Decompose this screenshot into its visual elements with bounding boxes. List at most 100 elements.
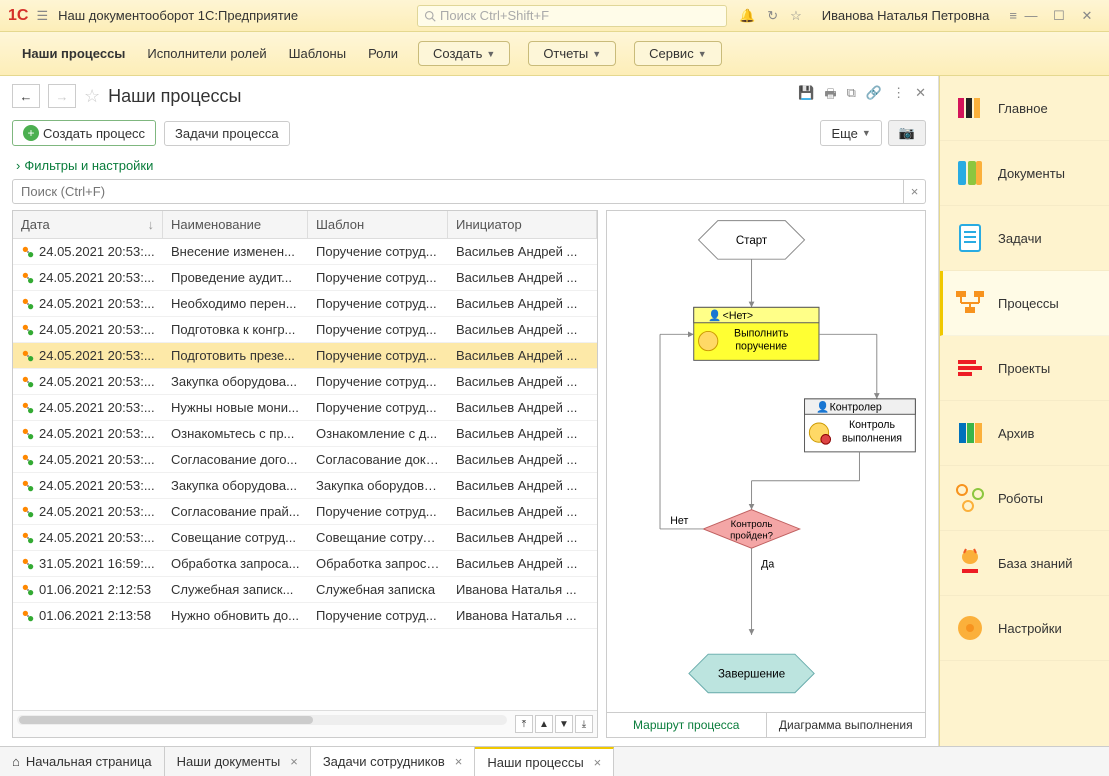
table-row[interactable]: 24.05.2021 20:53:... Ознакомьтесь с пр..… [13, 421, 597, 447]
sidebar-label: Проекты [998, 361, 1050, 376]
close-icon[interactable]: × [455, 754, 463, 769]
chevron-right-icon: › [16, 158, 20, 173]
sidebar-label: Главное [998, 101, 1048, 116]
svg-text:👤: 👤 [708, 309, 721, 322]
sidebar-item-8[interactable]: Настройки [940, 596, 1109, 661]
nav-back[interactable]: ← [12, 84, 40, 108]
bottom-tab[interactable]: Наши процессы× [475, 747, 614, 776]
diagram-tab-exec[interactable]: Диаграмма выполнения [766, 713, 926, 737]
sidebar-icon [954, 482, 986, 514]
hamburger-icon[interactable]: ☰ [36, 8, 48, 24]
sidebar-item-5[interactable]: Архив [940, 401, 1109, 466]
more-dropdown[interactable]: Еще ▼ [820, 120, 881, 146]
home-icon: ⌂ [12, 754, 20, 769]
bottom-tab-home[interactable]: ⌂ Начальная страница [0, 747, 165, 776]
preview-icon[interactable]: ⧉ [847, 85, 856, 107]
bottom-tab[interactable]: Задачи сотрудников× [311, 747, 476, 776]
process-tasks-button[interactable]: Задачи процесса [164, 121, 290, 146]
col-name[interactable]: Наименование [163, 211, 308, 238]
table-row[interactable]: 24.05.2021 20:53:... Необходимо перен...… [13, 291, 597, 317]
table-row[interactable]: 24.05.2021 20:53:... Закупка оборудова..… [13, 473, 597, 499]
sidebar-item-1[interactable]: Документы [940, 141, 1109, 206]
horizontal-scrollbar[interactable] [17, 715, 507, 725]
favorite-star-icon[interactable]: ☆ [84, 86, 100, 107]
tab-processes[interactable]: Наши процессы [20, 42, 127, 65]
sidebar-item-6[interactable]: Роботы [940, 466, 1109, 531]
tab-roles[interactable]: Роли [366, 42, 400, 65]
sidebar-item-7[interactable]: База знаний [940, 531, 1109, 596]
nav-forward[interactable]: → [48, 84, 76, 108]
table-row[interactable]: 24.05.2021 20:53:... Подготовить презе..… [13, 343, 597, 369]
table-row[interactable]: 24.05.2021 20:53:... Согласование прай..… [13, 499, 597, 525]
table-row[interactable]: 24.05.2021 20:53:... Подготовка к конгр.… [13, 317, 597, 343]
table-row[interactable]: 01.06.2021 2:12:53 Служебная записк... С… [13, 577, 597, 603]
col-template[interactable]: Шаблон [308, 211, 448, 238]
create-dropdown[interactable]: Создать ▼ [418, 41, 510, 66]
content: ← → ☆ Наши процессы 💾 🖶 ⧉ 🔗 ⋮ ✕ + Создат… [0, 76, 939, 746]
close-icon[interactable]: × [290, 754, 298, 769]
diagram-tab-route[interactable]: Маршрут процесса [607, 713, 766, 737]
bottom-tab[interactable]: Наши документы× [165, 747, 311, 776]
svg-text:<Нет>: <Нет> [723, 310, 753, 322]
sidebar-item-4[interactable]: Проекты [940, 336, 1109, 401]
more-icon[interactable]: ⋮ [892, 85, 905, 107]
logo-1c: 1C [8, 7, 28, 25]
sidebar-icon [954, 222, 986, 254]
create-process-button[interactable]: + Создать процесс [12, 120, 156, 146]
table-row[interactable]: 31.05.2021 16:59:... Обработка запроса..… [13, 551, 597, 577]
table-search-input[interactable] [12, 179, 904, 204]
close-icon[interactable]: × [594, 755, 602, 770]
print-icon[interactable]: 🖶 [824, 85, 836, 107]
filters-toggle[interactable]: › Фильтры и настройки [0, 154, 938, 179]
nav-first-icon[interactable]: ⤒ [515, 715, 533, 733]
diagram[interactable]: Старт 👤 <Нет> Выполнить поручение [606, 210, 926, 713]
titlebar: 1C ☰ Наш документооборот 1С:Предприятие … [0, 0, 1109, 32]
svg-text:Контроль: Контроль [849, 419, 895, 431]
svg-text:поручение: поручение [735, 341, 787, 353]
nav-down-icon[interactable]: ▼ [555, 715, 573, 733]
global-search[interactable]: Поиск Ctrl+Shift+F [417, 5, 727, 27]
maximize-button[interactable]: ☐ [1045, 8, 1073, 24]
svg-text:Нет: Нет [670, 515, 688, 527]
tab-templates[interactable]: Шаблоны [287, 42, 349, 65]
table-row[interactable]: 24.05.2021 20:53:... Нужны новые мони...… [13, 395, 597, 421]
search-placeholder: Поиск Ctrl+Shift+F [440, 8, 549, 23]
settings-icon[interactable]: ≡ [1009, 8, 1017, 23]
nav-last-icon[interactable]: ⤓ [575, 715, 593, 733]
save-icon[interactable]: 💾 [798, 85, 814, 107]
sidebar-icon [954, 92, 986, 124]
close-page-icon[interactable]: ✕ [915, 85, 926, 107]
table-row[interactable]: 24.05.2021 20:53:... Внесение изменен...… [13, 239, 597, 265]
col-date[interactable]: Дата↓ [13, 211, 163, 238]
camera-button[interactable]: 📷 [888, 120, 926, 146]
svg-text:Контроль: Контроль [731, 519, 773, 530]
table-row[interactable]: 24.05.2021 20:53:... Закупка оборудова..… [13, 369, 597, 395]
svg-text:Завершение: Завершение [718, 668, 785, 680]
search-icon [424, 10, 436, 22]
service-dropdown[interactable]: Сервис ▼ [634, 41, 721, 66]
search-clear-button[interactable]: × [904, 179, 926, 204]
link-icon[interactable]: 🔗 [866, 85, 882, 107]
sidebar-item-0[interactable]: Главное [940, 76, 1109, 141]
table-row[interactable]: 01.06.2021 2:13:58 Нужно обновить до... … [13, 603, 597, 629]
table-row[interactable]: 24.05.2021 20:53:... Совещание сотруд...… [13, 525, 597, 551]
minimize-button[interactable]: — [1017, 8, 1045, 23]
tab-role-performers[interactable]: Исполнители ролей [145, 42, 268, 65]
table-footer: ⤒ ▲ ▼ ⤓ [13, 710, 597, 737]
sidebar-label: Процессы [998, 296, 1059, 311]
reports-dropdown[interactable]: Отчеты ▼ [528, 41, 616, 66]
star-icon[interactable]: ☆ [790, 8, 802, 24]
col-initiator[interactable]: Инициатор [448, 211, 597, 238]
sidebar-item-3[interactable]: Процессы [940, 271, 1109, 336]
close-button[interactable]: ✕ [1073, 8, 1101, 24]
username[interactable]: Иванова Наталья Петровна [822, 8, 990, 23]
table-row[interactable]: 24.05.2021 20:53:... Согласование дого..… [13, 447, 597, 473]
sidebar-item-2[interactable]: Задачи [940, 206, 1109, 271]
bell-icon[interactable]: 🔔 [739, 8, 755, 24]
history-icon[interactable]: ↻ [767, 8, 778, 24]
svg-text:Контролер: Контролер [830, 401, 882, 413]
nav-up-icon[interactable]: ▲ [535, 715, 553, 733]
table-row[interactable]: 24.05.2021 20:53:... Проведение аудит...… [13, 265, 597, 291]
diagram-start: Старт [736, 235, 768, 247]
page-header: ← → ☆ Наши процессы 💾 🖶 ⧉ 🔗 ⋮ ✕ [0, 76, 938, 116]
